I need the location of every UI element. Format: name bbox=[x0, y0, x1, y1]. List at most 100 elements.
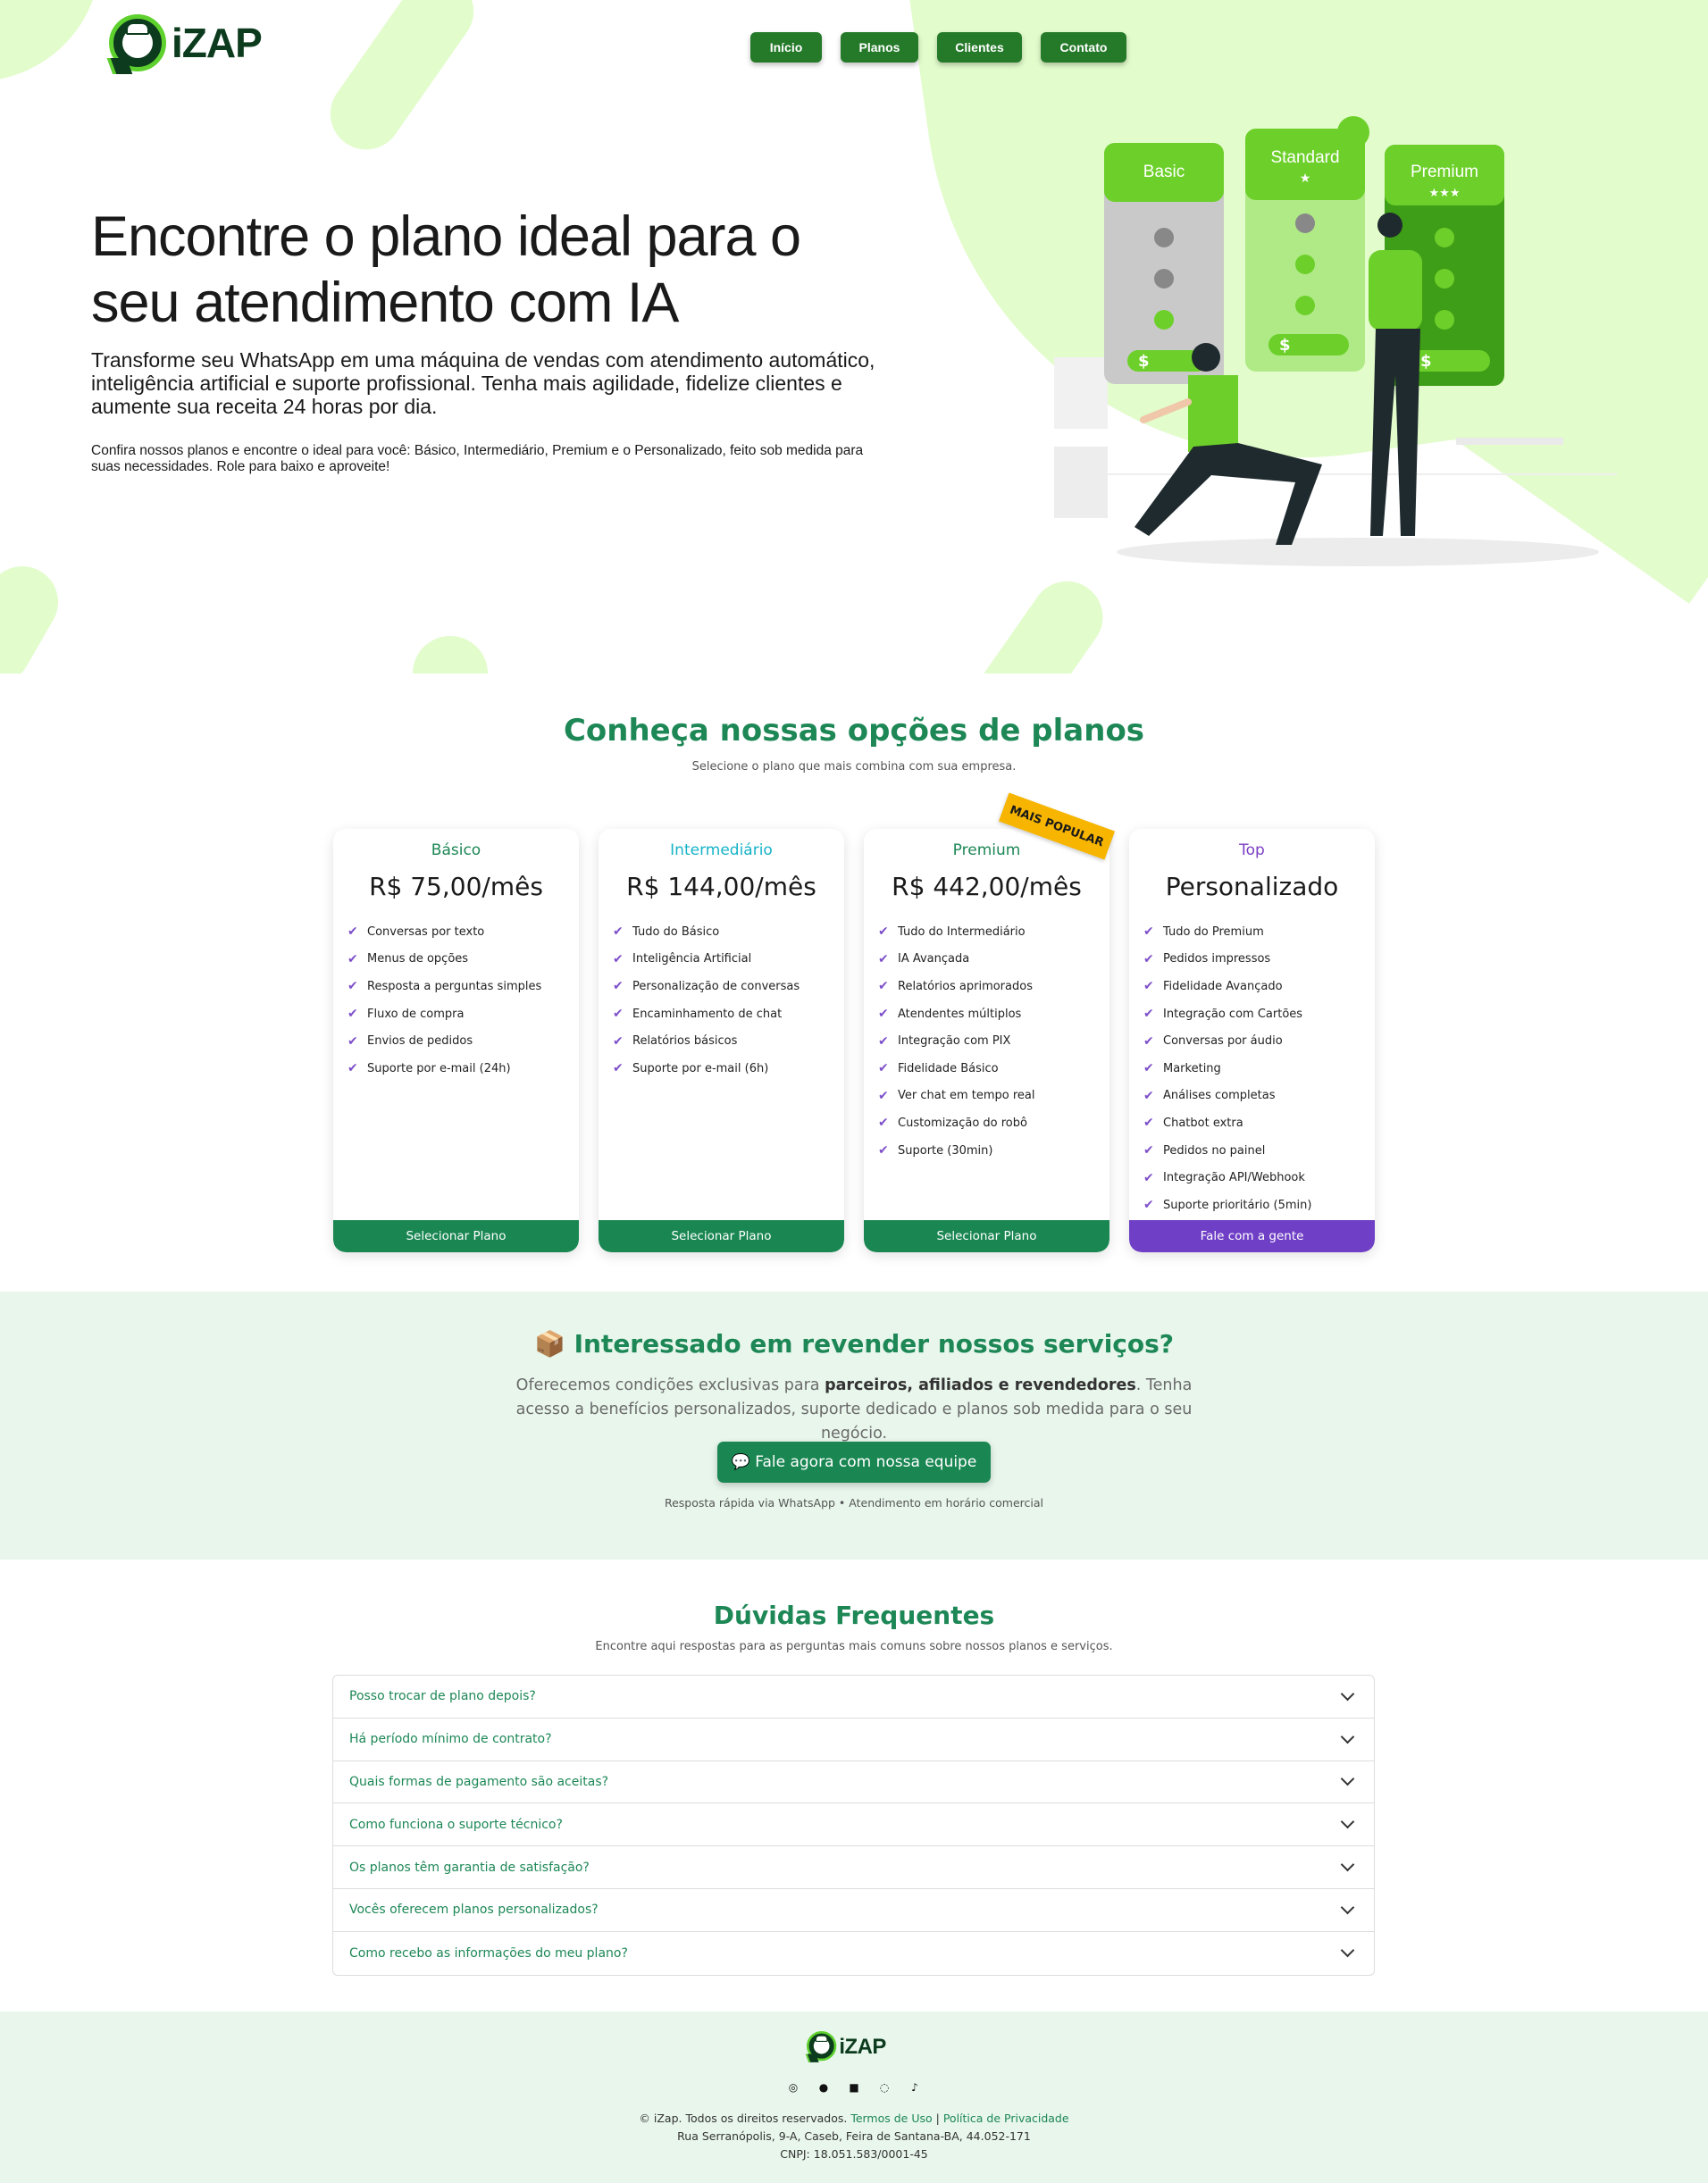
reseller-note: Resposta rápida via WhatsApp • Atendimen… bbox=[664, 1496, 1044, 1510]
feature-item: ✔ Chatbot extra bbox=[1143, 1109, 1366, 1137]
feature-item: ✔ Customização do robô bbox=[878, 1109, 1101, 1137]
check-icon: ✔ bbox=[1143, 951, 1154, 966]
contact-us-button[interactable]: Fale com a gente bbox=[1129, 1220, 1375, 1252]
chevron-down-icon bbox=[1340, 1686, 1355, 1702]
feature-label: Suporte por e-mail (6h) bbox=[632, 1061, 769, 1075]
plan-name: Intermediário bbox=[670, 841, 773, 859]
feature-label: Menus de opções bbox=[367, 952, 469, 966]
faq-question: Os planos têm garantia de satisfação? bbox=[349, 1860, 590, 1875]
faq-item[interactable]: Há período mínimo de contrato? bbox=[333, 1719, 1374, 1761]
faq-question: Há período mínimo de contrato? bbox=[349, 1732, 552, 1747]
reseller-description: Oferecemos condições exclusivas para par… bbox=[500, 1374, 1208, 1446]
feature-label: Marketing bbox=[1163, 1061, 1221, 1075]
feature-label: Conversas por texto bbox=[367, 924, 485, 939]
feature-item: ✔ Suporte por e-mail (24h) bbox=[347, 1055, 570, 1083]
check-icon: ✔ bbox=[1143, 924, 1154, 940]
plan-name: Top bbox=[1239, 841, 1265, 859]
plan-price: R$ 144,00/mês bbox=[626, 872, 816, 901]
instagram-icon[interactable]: ◎ bbox=[785, 2079, 801, 2095]
feature-label: Conversas por áudio bbox=[1163, 1034, 1283, 1049]
faq-question: Vocês oferecem planos personalizados? bbox=[349, 1903, 599, 1918]
terms-link[interactable]: Termos de Uso bbox=[850, 2112, 932, 2125]
nav-contato[interactable]: Contato bbox=[1041, 32, 1126, 63]
faq-item[interactable]: Vocês oferecem planos personalizados? bbox=[333, 1889, 1374, 1932]
speech-bubble-icon: 💬 bbox=[731, 1453, 750, 1471]
hero-section: iZAP Início Planos Clientes Contato Enco… bbox=[0, 0, 1708, 673]
feature-item: ✔ Conversas por texto bbox=[347, 918, 570, 946]
faq-item[interactable]: Como funciona o suporte técnico? bbox=[333, 1803, 1374, 1847]
copyright: © iZap. Todos os direitos reservados. bbox=[639, 2112, 848, 2125]
chevron-down-icon bbox=[1340, 1729, 1355, 1744]
feature-label: Fidelidade Básico bbox=[898, 1061, 999, 1075]
check-icon: ✔ bbox=[613, 1007, 624, 1022]
chevron-down-icon bbox=[1340, 1815, 1355, 1829]
plans-subtitle: Selecione o plano que mais combina com s… bbox=[691, 760, 1017, 774]
feature-label: Suporte por e-mail (24h) bbox=[367, 1061, 511, 1075]
faq-question: Posso trocar de plano depois? bbox=[349, 1689, 536, 1704]
plan-card-basico: Básico R$ 75,00/mês ✔ Conversas por texto… bbox=[333, 829, 579, 1252]
feature-label: Fidelidade Avançado bbox=[1163, 979, 1283, 993]
faq-item[interactable]: Os planos têm garantia de satisfação? bbox=[333, 1846, 1374, 1889]
feature-item: ✔ Tudo do Básico bbox=[613, 918, 835, 946]
illus-tier-standard: Standard bbox=[1270, 148, 1339, 167]
feature-label: Relatórios aprimorados bbox=[898, 979, 1033, 993]
brand-logo[interactable]: iZAP bbox=[109, 14, 263, 71]
feature-item: ✔ Fidelidade Avançado bbox=[1143, 973, 1366, 1000]
footer-logo[interactable]: iZAP bbox=[807, 2031, 886, 2062]
feature-item: ✔ Fluxo de compra bbox=[347, 1000, 570, 1028]
check-icon: ✔ bbox=[613, 924, 624, 940]
privacy-link[interactable]: Política de Privacidade bbox=[943, 2112, 1069, 2125]
feature-item: ✔ Tudo do Intermediário bbox=[878, 918, 1101, 946]
feature-label: Fluxo de compra bbox=[367, 1007, 465, 1021]
plan-price: Personalizado bbox=[1165, 872, 1339, 901]
package-icon: 📦 bbox=[533, 1329, 565, 1359]
feature-label: Relatórios básicos bbox=[632, 1034, 738, 1049]
nav-inicio[interactable]: Início bbox=[750, 32, 822, 63]
feature-label: Customização do robô bbox=[898, 1116, 1027, 1130]
chevron-down-icon bbox=[1340, 1943, 1355, 1958]
feature-item: ✔ Menus de opções bbox=[347, 946, 570, 974]
social-links: ◎ ● ■ ◌ ♪ bbox=[0, 2079, 1708, 2095]
check-icon: ✔ bbox=[878, 1061, 889, 1076]
select-plan-button[interactable]: Selecionar Plano bbox=[864, 1220, 1109, 1252]
illus-tier-premium: Premium bbox=[1411, 163, 1478, 181]
select-plan-button[interactable]: Selecionar Plano bbox=[333, 1220, 579, 1252]
faq-item[interactable]: Como recebo as informações do meu plano? bbox=[333, 1932, 1374, 1975]
linkedin-icon[interactable]: ■ bbox=[846, 2079, 862, 2095]
check-icon: ✔ bbox=[1143, 1061, 1154, 1076]
check-icon: ✔ bbox=[878, 951, 889, 966]
nav-planos[interactable]: Planos bbox=[841, 32, 918, 63]
feature-label: Suporte prioritário (5min) bbox=[1163, 1198, 1312, 1212]
illus-currency-standard: $ bbox=[1279, 336, 1291, 355]
feature-label: Inteligência Artificial bbox=[632, 952, 752, 966]
check-icon: ✔ bbox=[878, 979, 889, 994]
feature-label: Ver chat em tempo real bbox=[898, 1089, 1035, 1103]
feature-label: Integração com Cartões bbox=[1163, 1007, 1303, 1021]
feature-label: Chatbot extra bbox=[1163, 1116, 1243, 1130]
check-icon: ✔ bbox=[347, 1007, 358, 1022]
feature-item: ✔ Tudo do Premium bbox=[1143, 918, 1366, 946]
footer: iZAP ◎ ● ■ ◌ ♪ © iZap. Todos os direitos… bbox=[0, 2012, 1708, 2183]
svg-text:★: ★ bbox=[1300, 171, 1311, 186]
faq-item[interactable]: Posso trocar de plano depois? bbox=[333, 1676, 1374, 1719]
whatsapp-icon[interactable]: ◌ bbox=[876, 2079, 892, 2095]
chef-whatsapp-icon bbox=[807, 2031, 837, 2062]
faq-item[interactable]: Quais formas de pagamento são aceitas? bbox=[333, 1761, 1374, 1804]
contact-team-button[interactable]: 💬 Fale agora com nossa equipe bbox=[717, 1442, 991, 1483]
check-icon: ✔ bbox=[347, 1061, 358, 1076]
hero-lead: Transforme seu WhatsApp em uma máquina d… bbox=[91, 348, 875, 418]
chevron-down-icon bbox=[1340, 1857, 1355, 1872]
tiktok-icon[interactable]: ♪ bbox=[907, 2079, 923, 2095]
feature-label: Tudo do Básico bbox=[632, 924, 720, 939]
feature-item: ✔ Relatórios aprimorados bbox=[878, 973, 1101, 1000]
plan-card-top: Top Personalizado ✔ Tudo do Premium ✔ Pedid… bbox=[1129, 829, 1375, 1252]
check-icon: ✔ bbox=[613, 951, 624, 966]
feature-item: ✔ Atendentes múltiplos bbox=[878, 1000, 1101, 1028]
feature-item: ✔ Envios de pedidos bbox=[347, 1027, 570, 1055]
faq-question: Quais formas de pagamento são aceitas? bbox=[349, 1774, 609, 1789]
select-plan-button[interactable]: Selecionar Plano bbox=[599, 1220, 844, 1252]
feature-item: ✔ IA Avançada bbox=[878, 946, 1101, 974]
facebook-icon[interactable]: ● bbox=[816, 2079, 832, 2095]
nav-clientes[interactable]: Clientes bbox=[937, 32, 1022, 63]
feature-label: Pedidos impressos bbox=[1163, 952, 1271, 966]
